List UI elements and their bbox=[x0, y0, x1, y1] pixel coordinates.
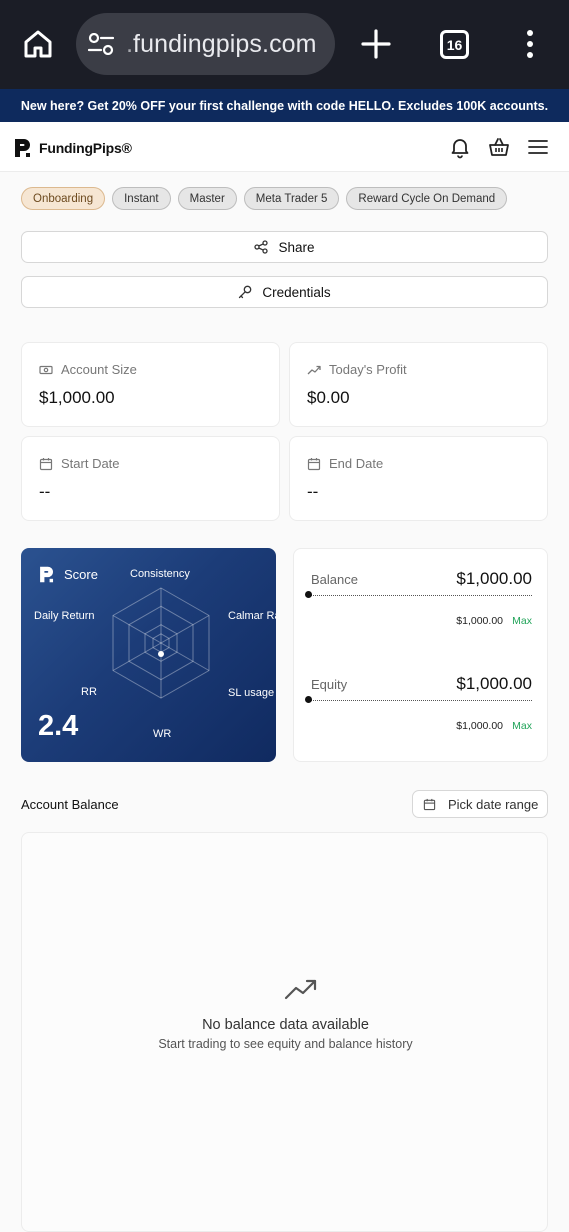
bell-icon[interactable] bbox=[448, 135, 472, 159]
end-date-label-row: End Date bbox=[307, 456, 383, 471]
url-fade bbox=[122, 13, 134, 75]
account-balance-chart: No balance data available Start trading … bbox=[21, 832, 548, 1232]
balance-max-value: $1,000.00 bbox=[456, 615, 503, 627]
score-card: Score Consistency Calmar Ra SL usage WR … bbox=[21, 548, 276, 762]
todays-profit-label-row: Today's Profit bbox=[307, 362, 407, 377]
share-label: Share bbox=[278, 239, 315, 255]
trending-up-icon bbox=[307, 365, 321, 374]
empty-state-subtitle: Start trading to see equity and balance … bbox=[158, 1037, 413, 1051]
equity-marker bbox=[305, 696, 312, 703]
todays-profit-label: Today's Profit bbox=[329, 362, 407, 377]
account-balance-title: Account Balance bbox=[21, 797, 119, 812]
tag-meta-trader-5[interactable]: Meta Trader 5 bbox=[243, 187, 340, 210]
balance-track bbox=[311, 595, 532, 596]
account-size-label-row: Account Size bbox=[39, 362, 137, 377]
pick-date-range-label: Pick date range bbox=[448, 796, 539, 812]
site-header: FundingPips® bbox=[0, 122, 569, 172]
empty-state-title: No balance data available bbox=[202, 1017, 369, 1033]
site-settings-icon[interactable] bbox=[88, 33, 114, 55]
basket-icon[interactable] bbox=[487, 135, 511, 159]
share-button[interactable]: Share bbox=[21, 231, 548, 263]
todays-profit-value: $0.00 bbox=[307, 388, 350, 407]
new-tab-icon[interactable] bbox=[360, 28, 392, 60]
pick-date-range-button[interactable]: Pick date range bbox=[412, 790, 548, 818]
start-date-label: Start Date bbox=[61, 456, 120, 471]
tag-onboarding[interactable]: Onboarding bbox=[21, 187, 106, 210]
credentials-button[interactable]: Credentials bbox=[21, 276, 548, 308]
equity-label: Equity bbox=[311, 677, 348, 692]
radar-axis-daily-return: Daily Return bbox=[34, 610, 95, 622]
start-date-label-row: Start Date bbox=[39, 456, 120, 471]
equity-max-value: $1,000.00 bbox=[456, 720, 503, 732]
radar-axis-rr: RR bbox=[81, 686, 97, 698]
balance-marker bbox=[305, 591, 312, 598]
score-header: Score bbox=[38, 565, 98, 584]
brand-name: FundingPips® bbox=[39, 140, 132, 156]
radar-axis-consistency: Consistency bbox=[130, 568, 190, 580]
browser-toolbar: .fundingpips.com 16 bbox=[0, 0, 569, 89]
hamburger-menu-icon[interactable] bbox=[526, 135, 550, 159]
more-options-icon[interactable] bbox=[522, 28, 538, 60]
tag-instant[interactable]: Instant bbox=[112, 187, 171, 210]
start-date-value: -- bbox=[39, 482, 51, 501]
radar-axis-sl-usage: SL usage bbox=[228, 687, 275, 699]
credentials-label: Credentials bbox=[262, 284, 331, 300]
radar-axis-calmar: Calmar Ra bbox=[228, 610, 276, 622]
calendar-icon bbox=[39, 457, 53, 470]
calendar-icon bbox=[307, 457, 321, 470]
balance-label: Balance bbox=[311, 572, 358, 587]
start-date-card: Start Date -- bbox=[21, 436, 280, 521]
tag-reward-cycle[interactable]: Reward Cycle On Demand bbox=[346, 187, 508, 210]
cash-icon bbox=[39, 365, 53, 374]
radar-axis-wr: WR bbox=[153, 728, 172, 740]
balance-value: $1,000.00 bbox=[456, 569, 532, 588]
fundingpips-logo-icon bbox=[40, 566, 54, 583]
equity-track bbox=[311, 700, 532, 701]
home-icon[interactable] bbox=[22, 28, 54, 60]
score-title: Score bbox=[64, 567, 98, 582]
end-date-card: End Date -- bbox=[289, 436, 548, 521]
balance-equity-card: Balance $1,000.00 $1,000.00 Max Equity $… bbox=[293, 548, 548, 762]
end-date-value: -- bbox=[307, 482, 319, 501]
calendar-icon bbox=[423, 798, 436, 810]
equity-value: $1,000.00 bbox=[456, 674, 532, 693]
equity-max-label: Max bbox=[512, 720, 532, 732]
tag-master[interactable]: Master bbox=[177, 187, 237, 210]
todays-profit-card: Today's Profit $0.00 bbox=[289, 342, 548, 427]
account-size-card: Account Size $1,000.00 bbox=[21, 342, 280, 427]
score-value: 2.4 bbox=[38, 710, 79, 742]
account-size-label: Account Size bbox=[61, 362, 137, 377]
fundingpips-logo-icon bbox=[15, 139, 30, 157]
brand-logo[interactable]: FundingPips® bbox=[13, 137, 132, 159]
address-bar[interactable]: .fundingpips.com bbox=[76, 13, 335, 75]
tab-switcher-button[interactable]: 16 bbox=[440, 30, 469, 59]
account-tags: Onboarding Instant Master Meta Trader 5 … bbox=[21, 187, 508, 210]
end-date-label: End Date bbox=[329, 456, 384, 471]
balance-max-label: Max bbox=[512, 615, 532, 627]
address-url: .fundingpips.com bbox=[126, 30, 317, 58]
promo-banner[interactable]: New here? Get 20% OFF your first challen… bbox=[0, 89, 569, 122]
trending-up-icon bbox=[284, 979, 317, 1000]
share-icon bbox=[254, 240, 269, 254]
key-icon bbox=[239, 285, 252, 299]
account-size-value: $1,000.00 bbox=[39, 388, 115, 407]
